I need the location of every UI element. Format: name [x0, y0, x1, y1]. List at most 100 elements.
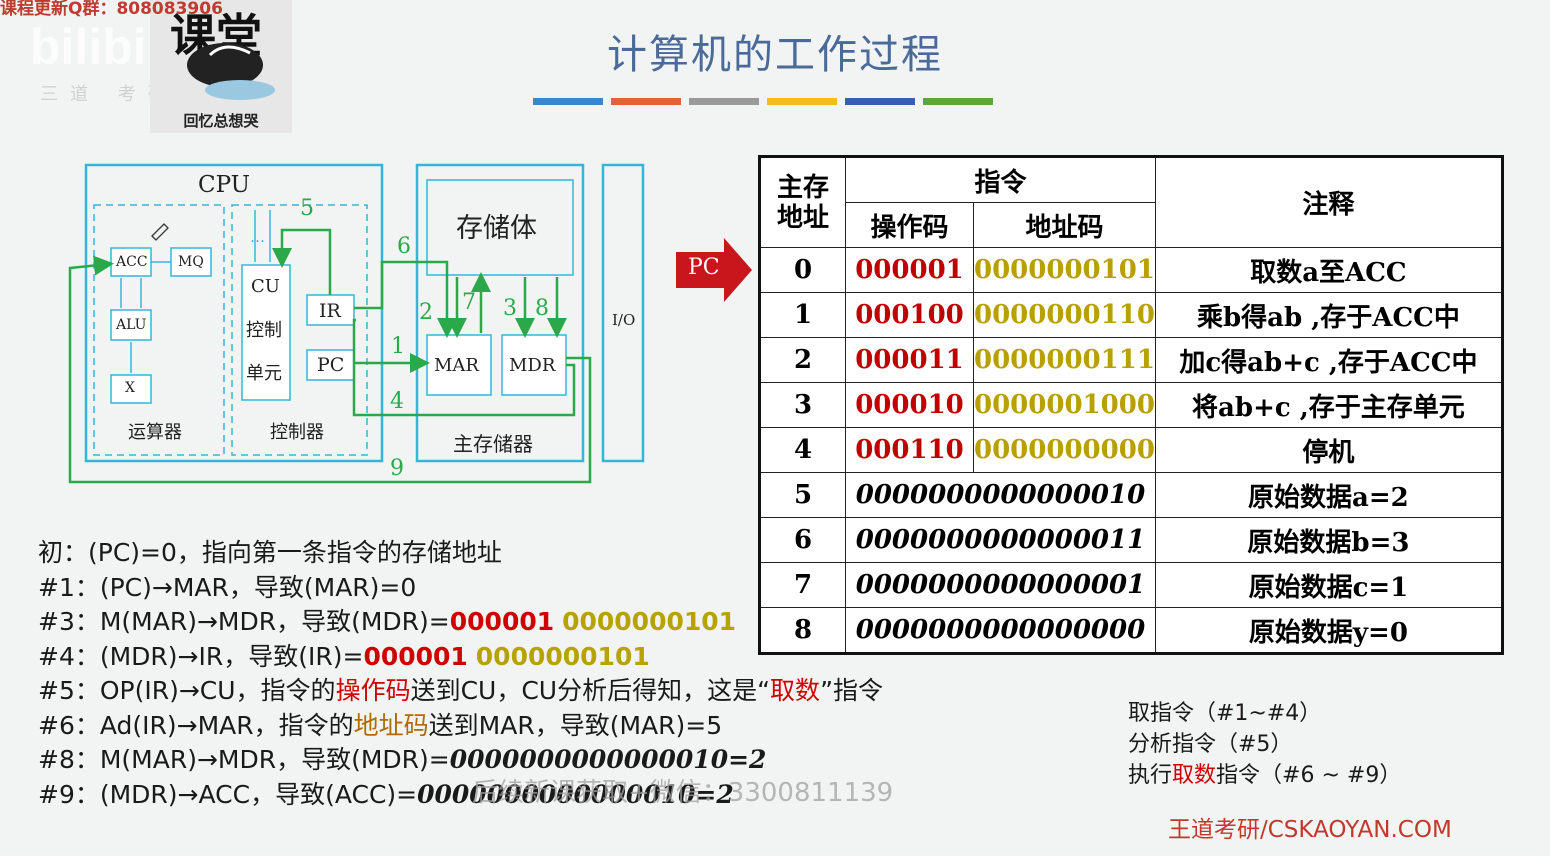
row-addr: 5 [759, 472, 846, 518]
step-4-addrcode: 0000000101 [475, 641, 650, 671]
color-bar [533, 98, 603, 105]
mar-label: MAR [434, 355, 479, 376]
mdr-label: MDR [509, 355, 556, 376]
header-addrcode: 地址码 [973, 202, 1156, 248]
pc-pointer-label: PC [688, 255, 720, 280]
row-addr: 3 [759, 382, 846, 428]
color-bar [689, 98, 759, 105]
cpu-label: CPU [198, 172, 251, 198]
table-row: 5 0000000000000010 原始数据a=2 [759, 472, 1503, 518]
table-row: 4 000110 0000000000 停机 [759, 427, 1503, 473]
row-note: 原始数据a=2 [1154, 472, 1503, 518]
cu-label: CU [251, 276, 280, 297]
step-1: #1：(PC)→MAR，导致(MAR)=0 [38, 571, 883, 606]
io-label: I/O [612, 311, 636, 329]
color-bar [845, 98, 915, 105]
row-addr: 0 [759, 247, 846, 293]
bottom-watermark: 后续新课获取+微信：3300811139 [472, 778, 894, 808]
step-5-text-c: ”指令 [820, 676, 884, 705]
row-note: 原始数据b=3 [1154, 517, 1503, 563]
summary-fetch: 取指令（#1~#4） [1128, 701, 1322, 726]
row-addrcode: 0000000110 [973, 292, 1156, 338]
controller-group-label: 控制器 [270, 422, 324, 443]
header-opcode: 操作码 [845, 202, 974, 248]
table-row: 1 000100 0000000110 乘b得ab ,存于ACC中 [759, 292, 1503, 338]
header-address-line1: 主存 [776, 172, 829, 203]
mq-label: MQ [178, 254, 204, 270]
step-3-opcode: 000001 [449, 607, 555, 636]
step-3-text: #3：M(MAR)→MDR，导致(MDR)= [38, 607, 450, 636]
step-6: #6：Ad(IR)→MAR，指令的地址码送到MAR，导致(MAR)=5 [38, 709, 883, 744]
path-6 [354, 260, 457, 338]
row-opcode: 000100 [845, 292, 974, 338]
ir-label: IR [319, 300, 341, 322]
row-opcode: 000110 [845, 427, 974, 473]
alu-label: ALU [116, 317, 147, 333]
row-opcode: 000001 [845, 247, 974, 293]
row-data: 0000000000000001 [845, 562, 1156, 608]
title-color-bars [533, 98, 993, 105]
row-data: 0000000000000000 [845, 607, 1156, 654]
step-9-text: #9：(MDR)→ACC，导致(ACC)= [38, 779, 418, 809]
step-5: #5：OP(IR)→CU，指令的操作码送到CU，CU分析后得知，这是“取数”指令 [38, 674, 883, 709]
summary-execute-highlight: 取数 [1172, 763, 1217, 788]
step-6-text-a: #6：Ad(IR)→MAR，指令的 [38, 710, 354, 740]
row-addrcode: 0000000111 [973, 337, 1156, 383]
row-addrcode: 0000001000 [973, 382, 1156, 428]
path-7-label: 7 [462, 290, 476, 315]
cu-dots: … [250, 228, 265, 246]
storage-body-label: 存储体 [456, 213, 537, 244]
color-bar [923, 98, 993, 105]
row-opcode: 000011 [845, 337, 974, 383]
row-data: 0000000000000010 [845, 472, 1156, 518]
row-note: 停机 [1154, 427, 1503, 473]
main-memory-label: 主存储器 [453, 432, 533, 456]
pc-label: PC [317, 354, 345, 376]
path-6-label: 6 [397, 234, 411, 259]
step-5-text-b: 送到CU，CU分析后得知，这是“ [410, 676, 771, 705]
step-8-text: #8：M(MAR)→MDR，导致(MDR)= [38, 745, 450, 774]
step-4-opcode: 000001 [363, 641, 468, 671]
row-note: 将ab+c ,存于主存单元 [1154, 382, 1503, 428]
brand-footer: 王道考研/CSKAOYAN.COM [1168, 817, 1452, 843]
path-2-label: 2 [419, 300, 433, 325]
step-5-highlight-fetch: 取数 [770, 676, 821, 705]
avatar-caption: 回忆总想哭 [183, 112, 259, 130]
summary-execute-a: 执行 [1128, 763, 1173, 788]
computer-structure-diagram [68, 163, 645, 484]
summary-execute-b: 指令（#6 ~ #9） [1216, 763, 1402, 788]
summary-execute: 执行取数指令（#6 ~ #9） [1128, 760, 1401, 791]
header-address-line2: 地址 [776, 202, 829, 233]
acc-label: ACC [116, 254, 148, 270]
row-note: 乘b得ab ,存于ACC中 [1154, 292, 1503, 338]
step-3: #3：M(MAR)→MDR，导致(MDR)=000001 0000000101 [38, 605, 883, 640]
table-row: 2 000011 0000000111 加c得ab+c ,存于ACC中 [759, 337, 1503, 383]
path-4-label: 4 [390, 389, 404, 414]
summary-decode: 分析指令（#5） [1128, 732, 1293, 757]
cu-label-line2: 控制 [246, 320, 282, 341]
row-addr: 4 [759, 427, 846, 473]
path-1-label: 1 [391, 334, 405, 359]
step-6-text-b: 送到MAR，导致(MAR)=5 [428, 710, 723, 740]
path-5-label: 5 [300, 196, 314, 221]
phase-summary: 取指令（#1~#4） 分析指令（#5） 执行取数指令（#6 ~ #9） [1128, 698, 1401, 791]
row-addr: 1 [759, 292, 846, 338]
page-title: 计算机的工作过程 [607, 32, 943, 78]
row-note: 原始数据y=0 [1154, 607, 1503, 654]
table-row: 3 000010 0000001000 将ab+c ,存于主存单元 [759, 382, 1503, 428]
row-note: 原始数据c=1 [1154, 562, 1503, 608]
table-row: 0 000001 0000000101 取数a至ACC [759, 247, 1503, 293]
path-8-label: 8 [535, 296, 549, 321]
step-8-value: 0000000000000010=2 [449, 745, 767, 774]
step-initial-text: 初：(PC)=0，指向第一条指令的存储地址 [38, 538, 502, 567]
step-5-highlight-opcode: 操作码 [335, 676, 411, 705]
execution-steps: 初：(PC)=0，指向第一条指令的存储地址 #1：(PC)→MAR，导致(MAR… [38, 536, 883, 812]
header-instruction: 指令 [845, 156, 1156, 203]
row-addrcode: 0000000000 [973, 427, 1156, 473]
path-3-label: 3 [503, 296, 517, 321]
step-3-addrcode: 0000000101 [562, 607, 737, 636]
step-initial: 初：(PC)=0，指向第一条指令的存储地址 [38, 536, 883, 571]
color-bar [767, 98, 837, 105]
row-data: 0000000000000011 [845, 517, 1156, 563]
row-addr: 2 [759, 337, 846, 383]
